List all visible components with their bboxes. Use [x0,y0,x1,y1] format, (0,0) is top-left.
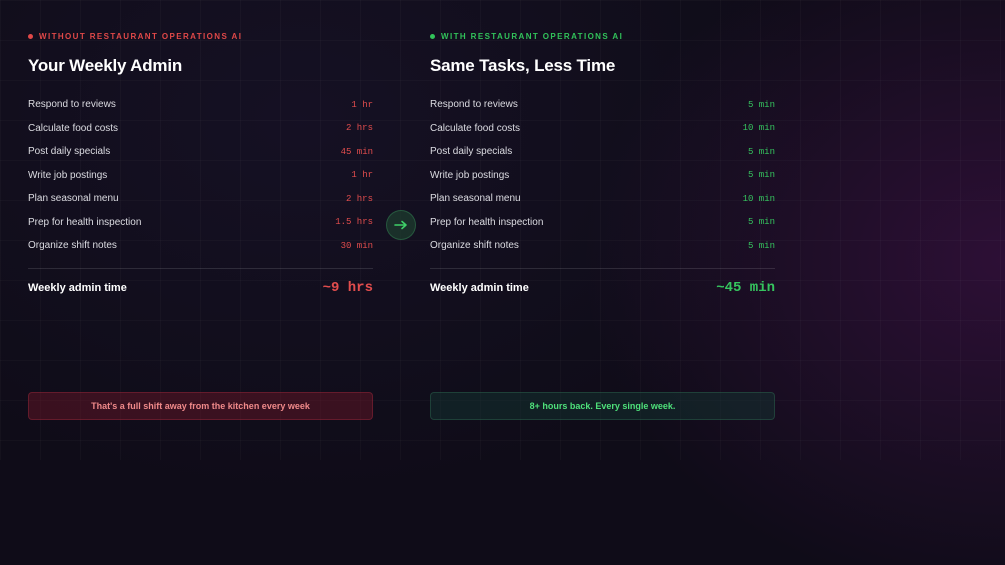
without-ai-total-row: Weekly admin time ~9 hrs [28,269,373,307]
total-value: ~45 min [716,279,775,296]
without-ai-callout: That's a full shift away from the kitche… [28,392,373,420]
with-ai-eyebrow: WITH RESTAURANT OPERATIONS AI [430,30,775,42]
green-status-dot [430,33,435,39]
task-row: Write job postings 5 min [430,164,775,188]
task-time: 2 hrs [345,193,373,204]
task-row: Plan seasonal menu 2 hrs [28,187,373,211]
task-time: 30 min [340,240,373,251]
task-row: Organize shift notes 5 min [430,234,775,258]
total-label: Weekly admin time [28,281,127,294]
task-row: Post daily specials 45 min [28,140,373,164]
with-ai-heading: Same Tasks, Less Time [430,56,616,75]
total-label: Weekly admin time [430,281,529,294]
red-status-dot [28,33,33,39]
with-ai-total-row: Weekly admin time ~45 min [430,269,775,307]
without-ai-panel: WITHOUT RESTAURANT OPERATIONS AI Your We… [28,30,373,420]
task-label: Write job postings [430,169,510,181]
task-time: 1 hr [351,99,373,110]
task-label: Calculate food costs [430,122,521,134]
task-label: Plan seasonal menu [28,193,119,205]
task-row: Plan seasonal menu 10 min [430,187,775,211]
task-time: 1 hr [351,170,373,181]
task-time: 5 min [747,99,775,110]
task-label: Post daily specials [430,146,513,158]
task-label: Organize shift notes [28,240,117,252]
task-time: 10 min [742,193,775,204]
task-row: Prep for health inspection 5 min [430,211,775,235]
task-label: Post daily specials [28,146,111,158]
task-time: 5 min [747,217,775,228]
without-ai-eyebrow: WITHOUT RESTAURANT OPERATIONS AI [28,30,373,42]
without-ai-eyebrow-label: WITHOUT RESTAURANT OPERATIONS AI [39,31,243,41]
task-row: Write job postings 1 hr [28,164,373,188]
with-ai-panel: WITH RESTAURANT OPERATIONS AI Same Tasks… [430,30,775,420]
total-value: ~9 hrs [322,279,373,296]
task-label: Write job postings [28,169,108,181]
task-time: 2 hrs [345,123,373,134]
task-time: 45 min [340,146,373,157]
task-row: Post daily specials 5 min [430,140,775,164]
task-row: Organize shift notes 30 min [28,234,373,258]
task-time: 5 min [747,146,775,157]
task-label: Respond to reviews [430,99,518,111]
task-row: Respond to reviews 5 min [430,93,775,117]
without-ai-heading: Your Weekly Admin [28,56,183,75]
without-ai-task-list: Respond to reviews 1 hr Calculate food c… [28,93,373,258]
task-row: Respond to reviews 1 hr [28,93,373,117]
task-row: Prep for health inspection 1.5 hrs [28,211,373,235]
with-ai-eyebrow-label: WITH RESTAURANT OPERATIONS AI [441,31,624,41]
with-ai-callout: 8+ hours back. Every single week. [430,392,775,420]
arrow-right-icon [394,220,407,230]
task-time: 5 min [747,240,775,251]
task-time: 5 min [747,170,775,181]
task-label: Respond to reviews [28,99,116,111]
task-time: 1.5 hrs [335,217,373,228]
task-row: Calculate food costs 10 min [430,117,775,141]
task-label: Prep for health inspection [430,216,544,228]
comparison-arrow [386,210,416,240]
task-label: Calculate food costs [28,122,119,134]
task-label: Organize shift notes [430,240,519,252]
task-time: 10 min [742,123,775,134]
with-ai-task-list: Respond to reviews 5 min Calculate food … [430,93,775,258]
task-label: Plan seasonal menu [430,193,521,205]
task-label: Prep for health inspection [28,216,142,228]
task-row: Calculate food costs 2 hrs [28,117,373,141]
